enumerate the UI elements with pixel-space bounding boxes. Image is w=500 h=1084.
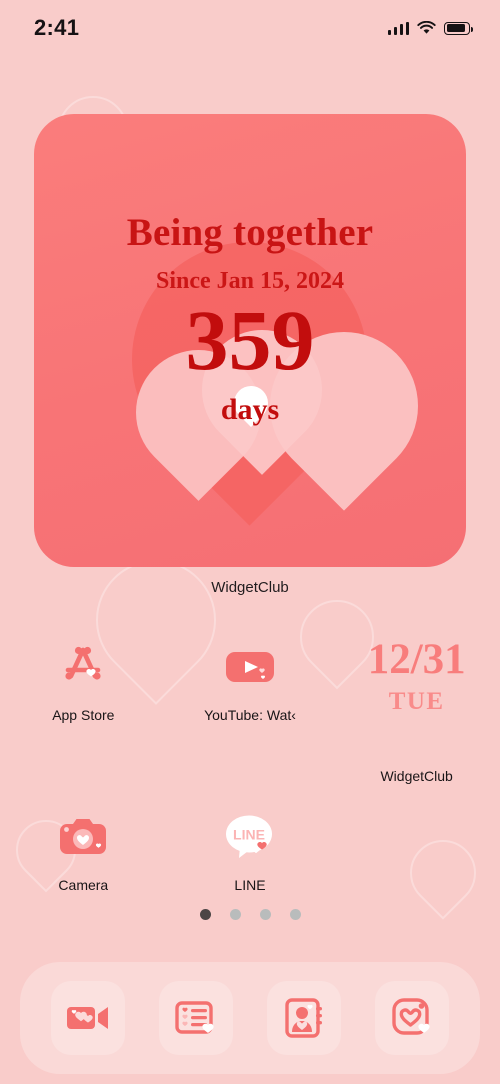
widget-app-label: WidgetClub [211,579,289,596]
widget-title: Being together [126,211,374,254]
page-dot-4[interactable] [289,909,301,920]
status-bar-icons [387,21,473,35]
camera-icon[interactable] [53,806,113,866]
youtube-icon[interactable] [220,636,280,696]
dock-item-notes[interactable] [159,981,233,1055]
grid-empty-slot [333,806,500,893]
dock-item-photos[interactable] [375,981,449,1055]
widget-day-count: 359 [185,292,315,388]
dock-item-contacts[interactable] [267,981,341,1055]
widget-since-date: Since Jan 15, 2024 [155,268,344,294]
cellular-signal-icon [387,21,409,35]
contacts-book-icon[interactable] [278,992,330,1044]
app-label: LINE [234,877,266,893]
app-store-icon[interactable] [53,636,113,696]
app-icon-camera[interactable]: Camera [0,806,167,893]
page-dot-2[interactable] [229,909,241,920]
app-label: App Store [52,707,115,723]
notes-list-icon[interactable] [170,992,222,1044]
heart-camera-icon[interactable] [386,992,438,1044]
widget-text-block: Being together Since Jan 15, 2024 359 da… [34,114,466,567]
status-bar: 2:41 [0,0,500,56]
line-icon[interactable]: LINE [220,806,280,866]
date-widget-date: 12/31 [367,636,466,683]
battery-icon [444,21,473,35]
dock-item-facetime[interactable] [51,981,125,1055]
app-grid: App Store YouTube: Wat‹ 12/31 TUE Widget… [0,636,500,893]
date-widget-day: TUE [388,688,445,715]
date-widget[interactable]: 12/31 TUE WidgetClub [333,636,500,784]
date-widget-label: WidgetClub [380,768,453,784]
app-icon-youtube[interactable]: YouTube: Wat‹ [167,636,334,784]
app-icon-app-store[interactable]: App Store [0,636,167,784]
page-dot-3[interactable] [259,909,271,920]
wifi-icon [417,21,436,34]
widget-day-unit: days [220,392,280,426]
page-dot-1[interactable] [199,909,211,920]
love-counter-widget-container[interactable]: Being together Since Jan 15, 2024 359 da… [34,114,466,596]
love-counter-widget[interactable]: Being together Since Jan 15, 2024 359 da… [34,114,466,567]
video-camera-icon[interactable] [62,992,114,1044]
app-icon-line[interactable]: LINE LINE [167,806,334,893]
page-dots[interactable] [0,909,500,920]
app-label: YouTube: Wat‹ [204,707,296,723]
app-label: Camera [58,877,109,893]
svg-text:LINE: LINE [233,827,265,843]
dock [20,962,480,1074]
status-bar-clock: 2:41 [34,15,80,40]
